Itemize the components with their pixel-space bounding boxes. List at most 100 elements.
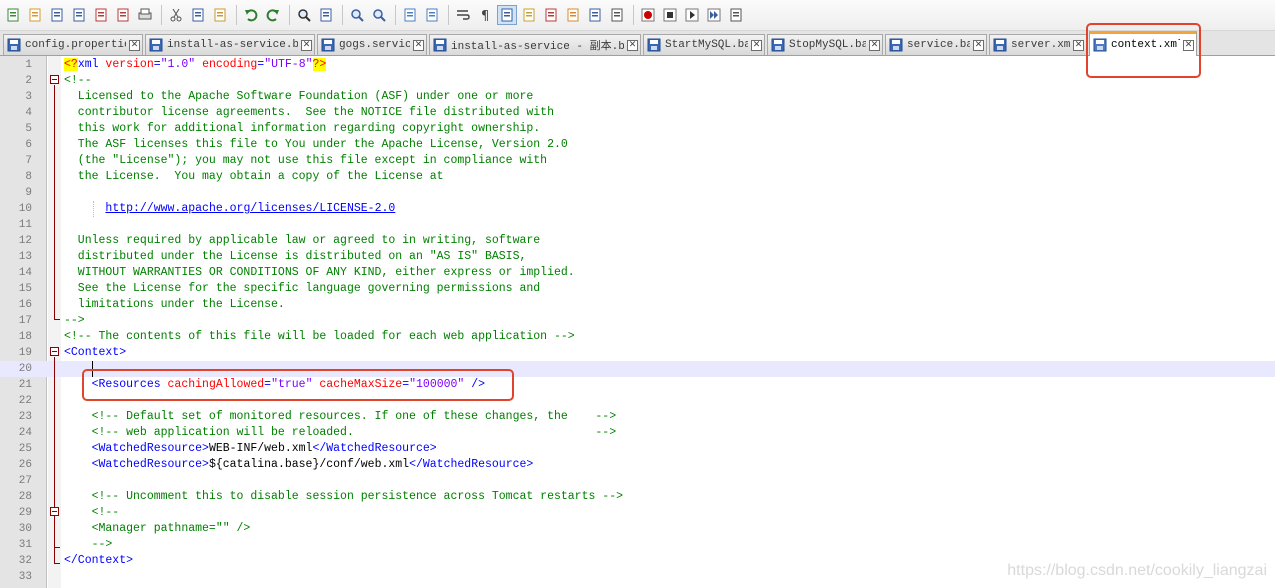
tab-service-bat[interactable]: service.bat✕ bbox=[885, 34, 987, 55]
code-text[interactable]: <?xml version="1.0" encoding="UTF-8"?> bbox=[64, 57, 327, 73]
close-tab-icon[interactable]: ✕ bbox=[751, 39, 762, 51]
code-line[interactable]: 10 http://www.apache.org/licenses/LICENS… bbox=[0, 201, 1275, 217]
close-tab-icon[interactable]: ✕ bbox=[973, 39, 984, 51]
code-text[interactable]: contributor license agreements. See the … bbox=[64, 105, 554, 121]
function-list-icon[interactable] bbox=[541, 5, 561, 25]
code-line[interactable]: 2 <!-- bbox=[0, 73, 1275, 89]
code-line[interactable]: 6 The ASF licenses this file to You unde… bbox=[0, 137, 1275, 153]
code-line[interactable]: 19 <Context> bbox=[0, 345, 1275, 361]
close-tab-icon[interactable]: ✕ bbox=[627, 39, 638, 51]
indent-guide-icon[interactable] bbox=[497, 5, 517, 25]
code-text[interactable]: See the License for the specific languag… bbox=[64, 281, 540, 297]
undo-icon[interactable] bbox=[241, 5, 261, 25]
tab-install-as-service-bat[interactable]: install-as-service.bat ✕ bbox=[145, 34, 315, 55]
code-text[interactable]: limitations under the License. bbox=[64, 297, 285, 313]
code-text[interactable]: <!-- Uncomment this to disable session p… bbox=[64, 489, 623, 505]
code-line[interactable]: 24 <!-- web application will be reloaded… bbox=[0, 425, 1275, 441]
code-text[interactable]: distributed under the License is distrib… bbox=[64, 249, 527, 265]
save-macro-icon[interactable] bbox=[726, 5, 746, 25]
code-text[interactable]: Unless required by applicable law or agr… bbox=[64, 233, 540, 249]
code-line[interactable]: 15 See the License for the specific lang… bbox=[0, 281, 1275, 297]
code-line[interactable]: 30 <Manager pathname="" /> bbox=[0, 521, 1275, 537]
doc-map-icon[interactable] bbox=[585, 5, 605, 25]
code-lines[interactable]: 1 <?xml version="1.0" encoding="UTF-8"?> 2… bbox=[0, 57, 1275, 585]
code-line[interactable]: 14 WITHOUT WARRANTIES OR CONDITIONS OF A… bbox=[0, 265, 1275, 281]
code-line[interactable]: 12 Unless required by applicable law or … bbox=[0, 233, 1275, 249]
code-text[interactable]: <!-- bbox=[64, 73, 92, 89]
code-text[interactable]: WITHOUT WARRANTIES OR CONDITIONS OF ANY … bbox=[64, 265, 575, 281]
code-text[interactable]: http://www.apache.org/licenses/LICENSE-2… bbox=[64, 201, 395, 217]
close-tab-icon[interactable]: ✕ bbox=[301, 39, 312, 51]
code-line[interactable]: 3 Licensed to the Apache Software Founda… bbox=[0, 89, 1275, 105]
open-file-icon[interactable] bbox=[25, 5, 45, 25]
code-text[interactable]: --> bbox=[64, 537, 113, 553]
code-line[interactable]: 5 this work for additional information r… bbox=[0, 121, 1275, 137]
code-line[interactable]: 8 the License. You may obtain a copy of … bbox=[0, 169, 1275, 185]
code-text[interactable]: <!-- web application will be reloaded. -… bbox=[64, 425, 617, 441]
code-text[interactable]: <!-- Default set of monitored resources.… bbox=[64, 409, 617, 425]
code-text[interactable]: The ASF licenses this file to You under … bbox=[64, 137, 568, 153]
code-line[interactable]: 26 <WatchedResource>${catalina.base}/con… bbox=[0, 457, 1275, 473]
code-line[interactable]: 7 (the "License"); you may not use this … bbox=[0, 153, 1275, 169]
close-icon[interactable] bbox=[91, 5, 111, 25]
code-line[interactable]: 17 --> bbox=[0, 313, 1275, 329]
record-macro-icon[interactable] bbox=[638, 5, 658, 25]
folder-as-workspace-icon[interactable] bbox=[563, 5, 583, 25]
paste-icon[interactable] bbox=[210, 5, 230, 25]
code-text[interactable]: the License. You may obtain a copy of th… bbox=[64, 169, 444, 185]
code-line[interactable]: 13 distributed under the License is dist… bbox=[0, 249, 1275, 265]
print-icon[interactable] bbox=[135, 5, 155, 25]
close-tab-icon[interactable]: ✕ bbox=[869, 39, 880, 51]
tab-gogs-service[interactable]: gogs.service✕ bbox=[317, 34, 427, 55]
replace-icon[interactable] bbox=[316, 5, 336, 25]
tab-install-as-service-bat[interactable]: install-as-service - 副本.bat ✕ bbox=[429, 34, 641, 55]
play-macro-icon[interactable] bbox=[682, 5, 702, 25]
code-line[interactable]: 11 bbox=[0, 217, 1275, 233]
user-language-icon[interactable] bbox=[519, 5, 539, 25]
save-icon[interactable] bbox=[47, 5, 67, 25]
code-text[interactable]: <!-- The contents of this file will be l… bbox=[64, 329, 575, 345]
sync-vertical-icon[interactable] bbox=[400, 5, 420, 25]
cut-icon[interactable] bbox=[166, 5, 186, 25]
fold-toggle-manager-comment[interactable] bbox=[50, 507, 59, 516]
code-text[interactable]: <!-- bbox=[64, 505, 120, 521]
close-tab-icon[interactable]: ✕ bbox=[129, 39, 140, 51]
code-text[interactable]: </Context> bbox=[64, 553, 133, 569]
code-line[interactable]: 28 <!-- Uncomment this to disable sessio… bbox=[0, 489, 1275, 505]
fold-toggle-context[interactable] bbox=[50, 347, 59, 356]
zoom-in-icon[interactable] bbox=[347, 5, 367, 25]
code-text[interactable]: <WatchedResource>WEB-INF/web.xml</Watche… bbox=[64, 441, 437, 457]
close-all-icon[interactable] bbox=[113, 5, 133, 25]
monitoring-icon[interactable] bbox=[607, 5, 627, 25]
code-line[interactable]: 25 <WatchedResource>WEB-INF/web.xml</Wat… bbox=[0, 441, 1275, 457]
code-line[interactable]: 18 <!-- The contents of this file will be… bbox=[0, 329, 1275, 345]
copy-icon[interactable] bbox=[188, 5, 208, 25]
tab-startmysql-bat[interactable]: StartMySQL.bat✕ bbox=[643, 34, 765, 55]
redo-icon[interactable] bbox=[263, 5, 283, 25]
zoom-out-icon[interactable] bbox=[369, 5, 389, 25]
tab-server-xml[interactable]: server.xml✕ bbox=[989, 34, 1087, 55]
close-tab-icon[interactable]: ✕ bbox=[1073, 39, 1084, 51]
code-line[interactable]: 29 <!-- bbox=[0, 505, 1275, 521]
code-line[interactable]: 1 <?xml version="1.0" encoding="UTF-8"?> bbox=[0, 57, 1275, 73]
tab-stopmysql-bat[interactable]: StopMySQL.bat✕ bbox=[767, 34, 883, 55]
code-text[interactable]: <Context> bbox=[64, 345, 126, 361]
code-line[interactable]: 4 contributor license agreements. See th… bbox=[0, 105, 1275, 121]
close-tab-icon[interactable]: ✕ bbox=[413, 39, 424, 51]
code-text[interactable]: (the "License"); you may not use this fi… bbox=[64, 153, 547, 169]
code-text[interactable]: <Manager pathname="" /> bbox=[64, 521, 251, 537]
code-text[interactable]: Licensed to the Apache Software Foundati… bbox=[64, 89, 533, 105]
sync-horizontal-icon[interactable] bbox=[422, 5, 442, 25]
show-all-chars-icon[interactable]: ¶ bbox=[475, 5, 495, 25]
fold-toggle-comment[interactable] bbox=[50, 75, 59, 84]
code-line[interactable]: 16 limitations under the License. bbox=[0, 297, 1275, 313]
tab-config-properties[interactable]: config.properties ✕ bbox=[3, 34, 143, 55]
find-icon[interactable] bbox=[294, 5, 314, 25]
code-text[interactable]: this work for additional information reg… bbox=[64, 121, 540, 137]
stop-record-icon[interactable] bbox=[660, 5, 680, 25]
run-macro-multiple-icon[interactable] bbox=[704, 5, 724, 25]
code-text[interactable]: <WatchedResource>${catalina.base}/conf/w… bbox=[64, 457, 534, 473]
code-text[interactable]: --> bbox=[64, 313, 85, 329]
new-file-icon[interactable] bbox=[3, 5, 23, 25]
code-line[interactable]: 9 bbox=[0, 185, 1275, 201]
